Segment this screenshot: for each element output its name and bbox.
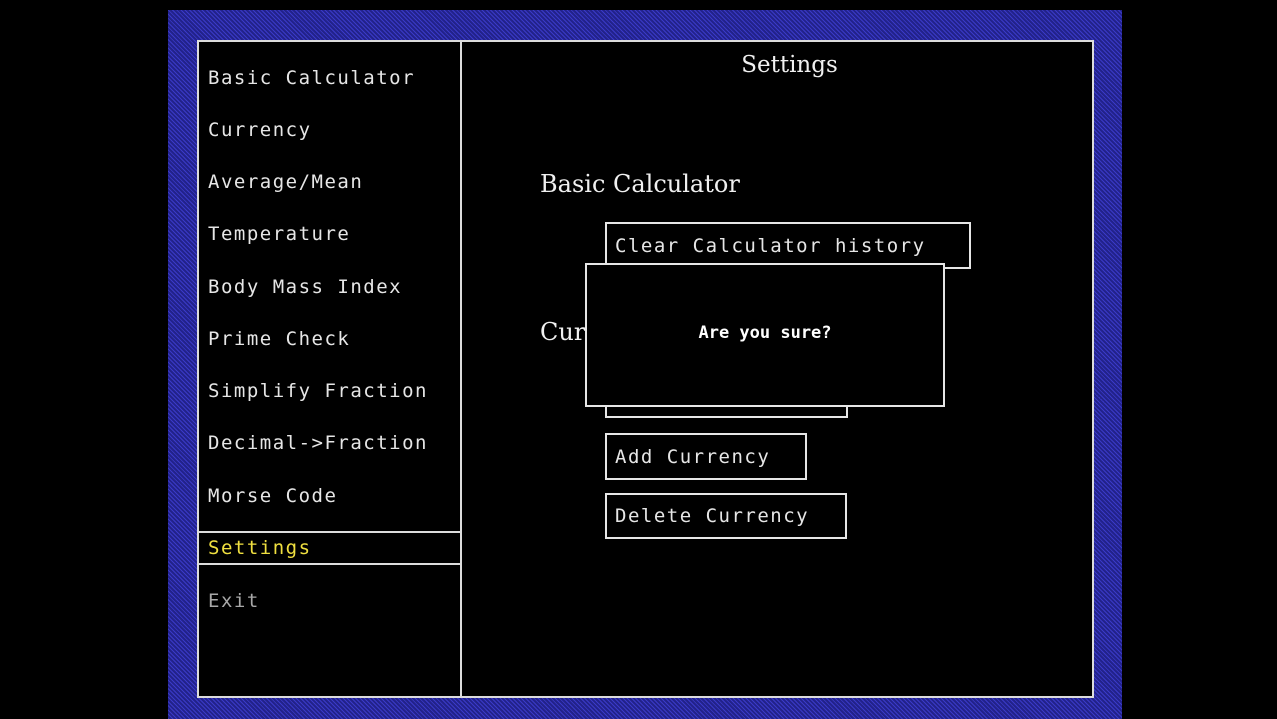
clear-history-button[interactable]: Clear Calculator history (605, 222, 971, 269)
sidebar-item-average-mean[interactable]: Average/Mean (199, 165, 460, 199)
sidebar-item-temperature[interactable]: Temperature (199, 217, 460, 251)
sidebar-item-simplify-fraction[interactable]: Simplify Fraction (199, 374, 460, 408)
sidebar-menu: Basic Calculator Currency Average/Mean T… (199, 42, 462, 696)
sidebar-item-morse-code[interactable]: Morse Code (199, 479, 460, 513)
delete-currency-button[interactable]: Delete Currency (605, 493, 847, 539)
sidebar-item-decimal-fraction[interactable]: Decimal->Fraction (199, 426, 460, 460)
sidebar-item-body-mass-index[interactable]: Body Mass Index (199, 270, 460, 304)
sidebar-item-basic-calculator[interactable]: Basic Calculator (199, 61, 460, 95)
confirm-dialog[interactable]: Are you sure? (585, 263, 945, 407)
add-currency-button[interactable]: Add Currency (605, 433, 807, 480)
sidebar-item-settings[interactable]: Settings (199, 531, 460, 565)
basic-calculator-heading: Basic Calculator (540, 170, 740, 198)
sidebar-item-prime-check[interactable]: Prime Check (199, 322, 460, 356)
page-title: Settings (741, 52, 838, 78)
currency-heading: Cur (540, 318, 586, 346)
confirm-message: Are you sure? (698, 323, 832, 343)
sidebar-item-currency[interactable]: Currency (199, 113, 460, 147)
sidebar-item-exit[interactable]: Exit (199, 584, 460, 618)
